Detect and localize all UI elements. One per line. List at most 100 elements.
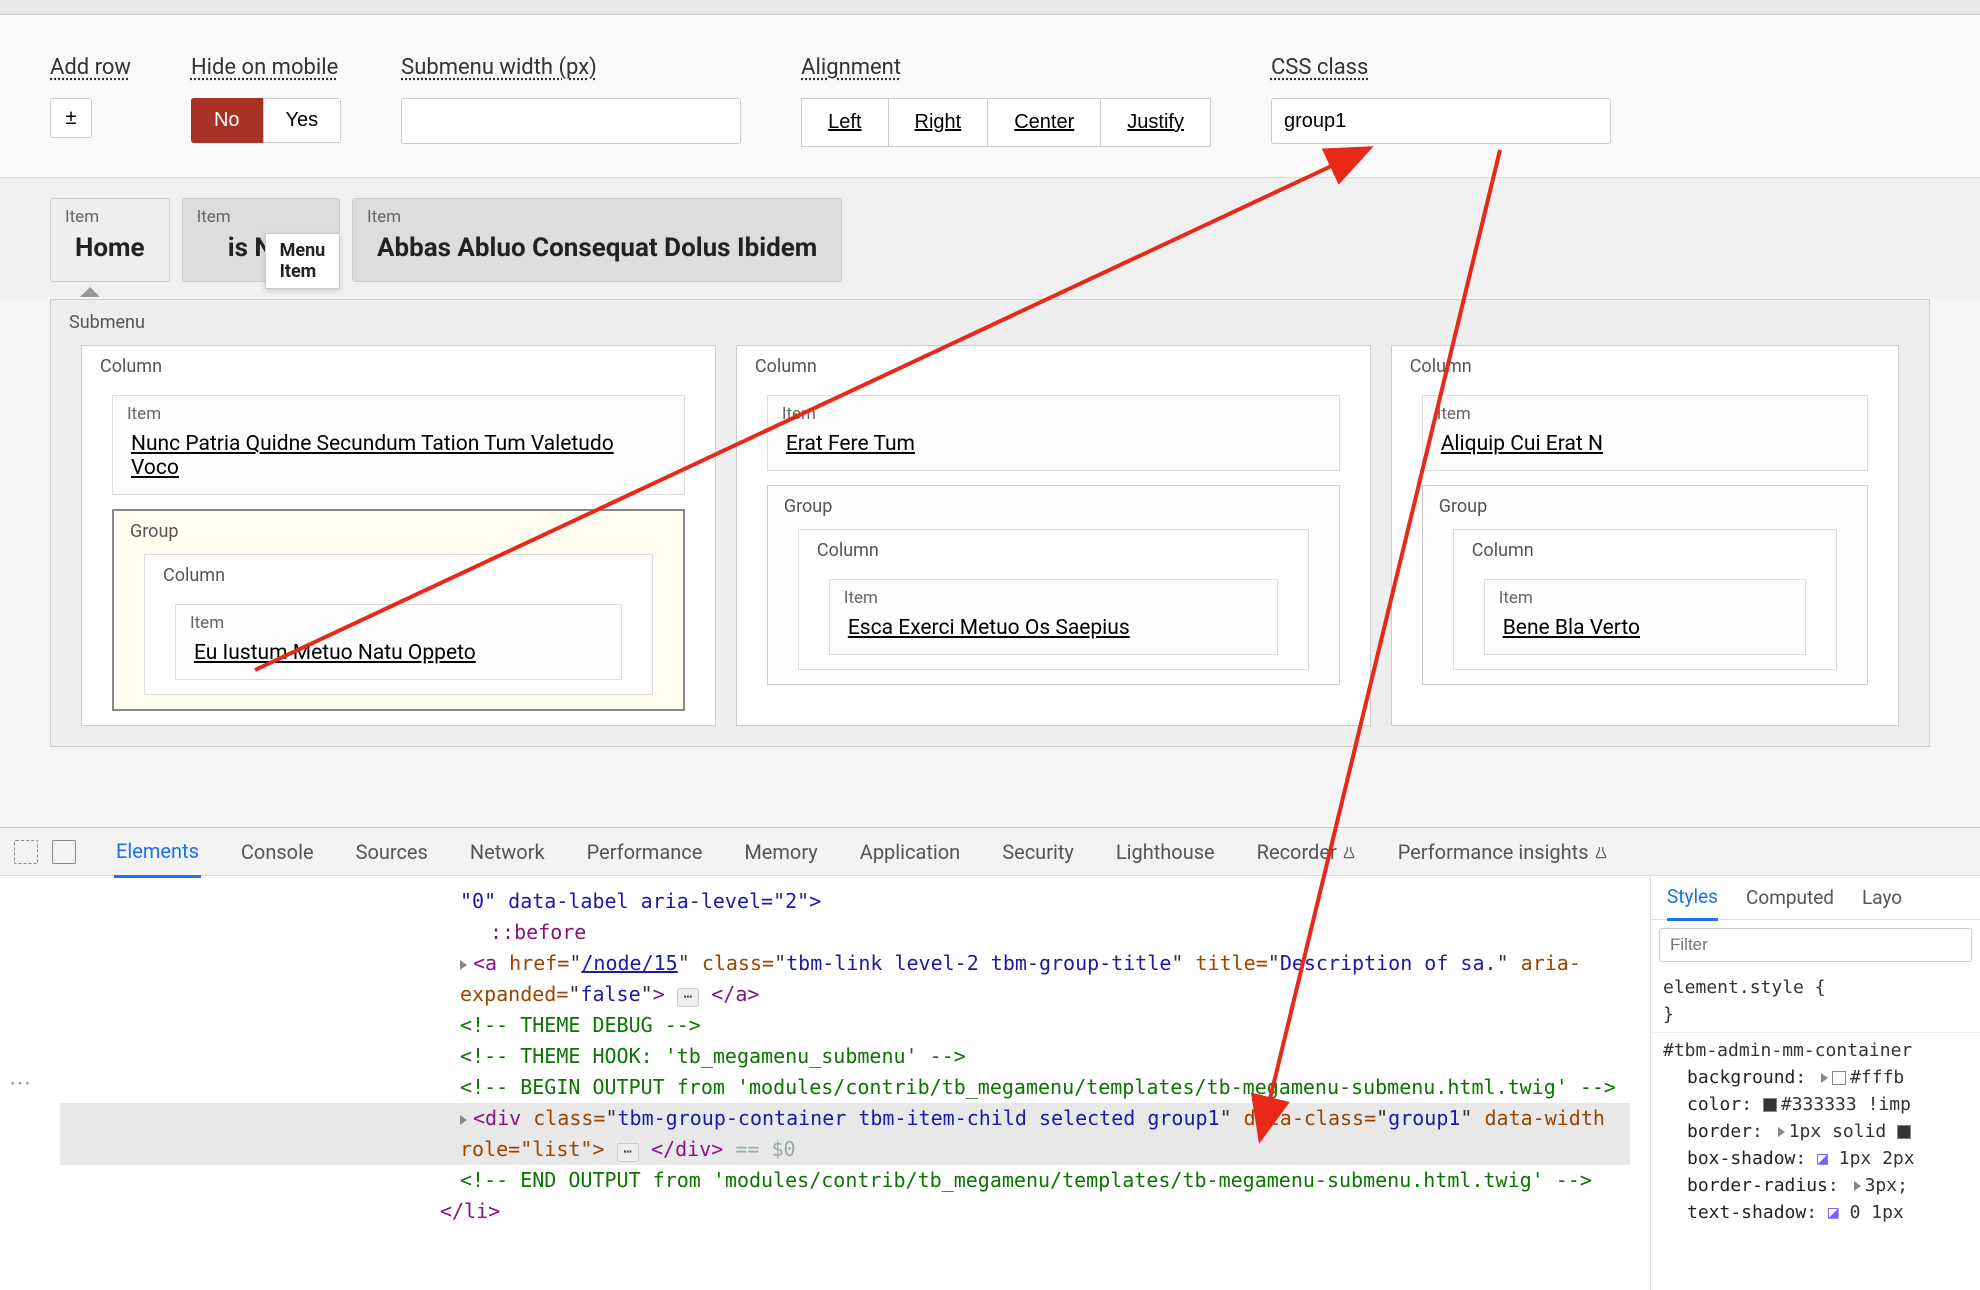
item-link[interactable]: Erat Fere Tum	[768, 428, 1339, 470]
tab-network[interactable]: Network	[468, 828, 547, 876]
dom-close-tag: </li>	[440, 1199, 500, 1223]
css-class-input[interactable]	[1271, 98, 1611, 144]
dom-gutter[interactable]: ⋯	[0, 876, 40, 1290]
tab-lighthouse[interactable]: Lighthouse	[1114, 828, 1217, 876]
dom-var-ref: == $0	[735, 1137, 795, 1161]
add-row-group: Add row ±	[50, 55, 131, 138]
column-item[interactable]: Item Bene Bla Verto	[1484, 579, 1806, 655]
device-toggle-icon[interactable]	[52, 840, 76, 864]
dom-selected-node[interactable]: <div class="tbm-group-container tbm-item…	[60, 1103, 1630, 1165]
column-item[interactable]: Item Esca Exerci Metuo Os Saepius	[829, 579, 1278, 655]
inspect-icon[interactable]	[14, 840, 38, 864]
expand-icon[interactable]	[460, 960, 467, 970]
column-2[interactable]: Column Item Erat Fere Tum Group Column I…	[736, 345, 1371, 726]
column-item[interactable]: Item Eu Iustum Metuo Natu Oppeto	[175, 604, 622, 680]
group-label: Group	[114, 511, 683, 548]
group-column[interactable]: Column Item Bene Bla Verto	[1453, 529, 1837, 670]
group-box[interactable]: Group Column Item Bene Bla Verto	[1422, 485, 1868, 685]
flask-icon	[1342, 846, 1356, 860]
css-prop-color[interactable]: color: #333333 !imp	[1663, 1091, 1968, 1118]
add-row-label: Add row	[50, 55, 131, 80]
tab-application[interactable]: Application	[858, 828, 962, 876]
submenu-width-input[interactable]	[401, 98, 741, 144]
tab-elements[interactable]: Elements	[114, 827, 201, 878]
add-row-button[interactable]: ±	[50, 98, 92, 138]
tab-sources[interactable]: Sources	[354, 828, 430, 876]
group-column[interactable]: Column Item Esca Exerci Metuo Os Saepius	[798, 529, 1309, 670]
expand-icon[interactable]	[1854, 1181, 1861, 1191]
item-link[interactable]: Aliquip Cui Erat N	[1423, 428, 1867, 470]
flask-icon	[1594, 846, 1608, 860]
item-link[interactable]: Esca Exerci Metuo Os Saepius	[830, 612, 1277, 654]
tab-console[interactable]: Console	[239, 828, 316, 876]
group-box-selected[interactable]: Group Column Item Eu Iustum Metuo Natu O…	[112, 509, 685, 711]
tab-performance[interactable]: Performance	[585, 828, 705, 876]
css-selector[interactable]: #tbm-admin-mm-container	[1663, 1037, 1968, 1064]
dom-data-class: group1	[1388, 1106, 1460, 1130]
tab-performance-insights[interactable]: Performance insights	[1396, 828, 1610, 876]
hide-mobile-no[interactable]: No	[191, 98, 263, 143]
css-class-label: CSS class	[1271, 55, 1611, 80]
menu-items-area: Item Home Item E Menu Item is Nulla Item…	[0, 178, 1980, 297]
column-label: Column	[1454, 530, 1836, 571]
alignment-group: Alignment Left Right Center Justify	[801, 55, 1211, 147]
submenu-width-group: Submenu width (px)	[401, 55, 741, 144]
submenu-label: Submenu	[51, 300, 1929, 345]
expand-icon[interactable]	[1821, 1073, 1828, 1083]
devtools-tabs: Elements Console Sources Network Perform…	[0, 828, 1980, 876]
group-box[interactable]: Group Column Item Esca Exerci Metuo Os S…	[767, 485, 1340, 685]
group-label: Group	[1423, 486, 1867, 523]
color-swatch-icon[interactable]	[1897, 1125, 1911, 1139]
item-label: Item	[1423, 396, 1867, 428]
color-swatch-icon[interactable]	[1832, 1071, 1846, 1085]
item-link[interactable]: Nunc Patria Quidne Secundum Tation Tum V…	[113, 428, 684, 494]
element-style-selector[interactable]: element.style {	[1663, 974, 1968, 1001]
dom-tree[interactable]: "0" data-label aria-level="2"> ::before …	[40, 876, 1650, 1290]
alignment-label: Alignment	[801, 55, 1211, 80]
color-swatch-icon[interactable]	[1763, 1098, 1777, 1112]
menu-item-abbas[interactable]: Item Abbas Abluo Consequat Dolus Ibidem	[352, 198, 842, 282]
styles-tab-styles[interactable]: Styles	[1667, 885, 1718, 921]
browser-chrome-bar	[0, 0, 1980, 15]
css-prop-background[interactable]: background: #fffb	[1663, 1064, 1968, 1091]
item-label: Item	[1485, 580, 1805, 612]
css-prop-text-shadow[interactable]: text-shadow: ◪ 0 1px	[1663, 1199, 1968, 1226]
css-prop-box-shadow[interactable]: box-shadow: ◪ 1px 2px	[1663, 1145, 1968, 1172]
submenu-container: Submenu Column Item Nunc Patria Quidne S…	[50, 299, 1930, 747]
column-item[interactable]: Item Erat Fere Tum	[767, 395, 1340, 471]
dom-class-value: tbm-group-container tbm-item-child selec…	[618, 1106, 1220, 1130]
tab-recorder[interactable]: Recorder	[1255, 828, 1358, 876]
column-label: Column	[1392, 346, 1898, 387]
item-label: Item	[183, 199, 339, 229]
tab-security[interactable]: Security	[1000, 828, 1076, 876]
styles-tab-computed[interactable]: Computed	[1746, 886, 1834, 909]
item-link[interactable]: Bene Bla Verto	[1485, 612, 1805, 654]
tab-memory[interactable]: Memory	[742, 828, 819, 876]
item-title: Home	[51, 229, 169, 281]
css-prop-border[interactable]: border: 1px solid	[1663, 1118, 1968, 1145]
column-3[interactable]: Column Item Aliquip Cui Erat N Group Col…	[1391, 345, 1899, 726]
dom-href[interactable]: /node/15	[581, 951, 677, 975]
menu-item-home[interactable]: Item Home	[50, 198, 170, 282]
align-left-button[interactable]: Left	[801, 98, 888, 147]
item-link[interactable]: Eu Iustum Metuo Natu Oppeto	[176, 637, 621, 679]
styles-tab-layout[interactable]: Layo	[1862, 886, 1902, 909]
expand-icon[interactable]	[460, 1115, 467, 1125]
align-right-button[interactable]: Right	[889, 98, 989, 147]
column-item[interactable]: Item Nunc Patria Quidne Secundum Tation …	[112, 395, 685, 495]
styles-filter-input[interactable]	[1659, 928, 1972, 962]
config-panel: Add row ± Hide on mobile No Yes Submenu …	[0, 15, 1980, 178]
item-title: Abbas Abluo Consequat Dolus Ibidem	[353, 229, 841, 281]
menu-item-nulla[interactable]: Item E Menu Item is Nulla	[182, 198, 340, 282]
ellipsis-icon[interactable]: ⋯	[677, 988, 699, 1007]
align-justify-button[interactable]: Justify	[1101, 98, 1211, 147]
hide-mobile-yes[interactable]: Yes	[263, 98, 342, 143]
css-prop-border-radius[interactable]: border-radius: 3px;	[1663, 1172, 1968, 1199]
group-column[interactable]: Column Item Eu Iustum Metuo Natu Oppeto	[144, 554, 653, 695]
column-1[interactable]: Column Item Nunc Patria Quidne Secundum …	[81, 345, 716, 726]
column-item[interactable]: Item Aliquip Cui Erat N	[1422, 395, 1868, 471]
ellipsis-icon[interactable]: ⋯	[617, 1143, 639, 1162]
align-center-button[interactable]: Center	[988, 98, 1101, 147]
item-label: Item	[176, 605, 621, 637]
expand-icon[interactable]	[1778, 1127, 1785, 1137]
